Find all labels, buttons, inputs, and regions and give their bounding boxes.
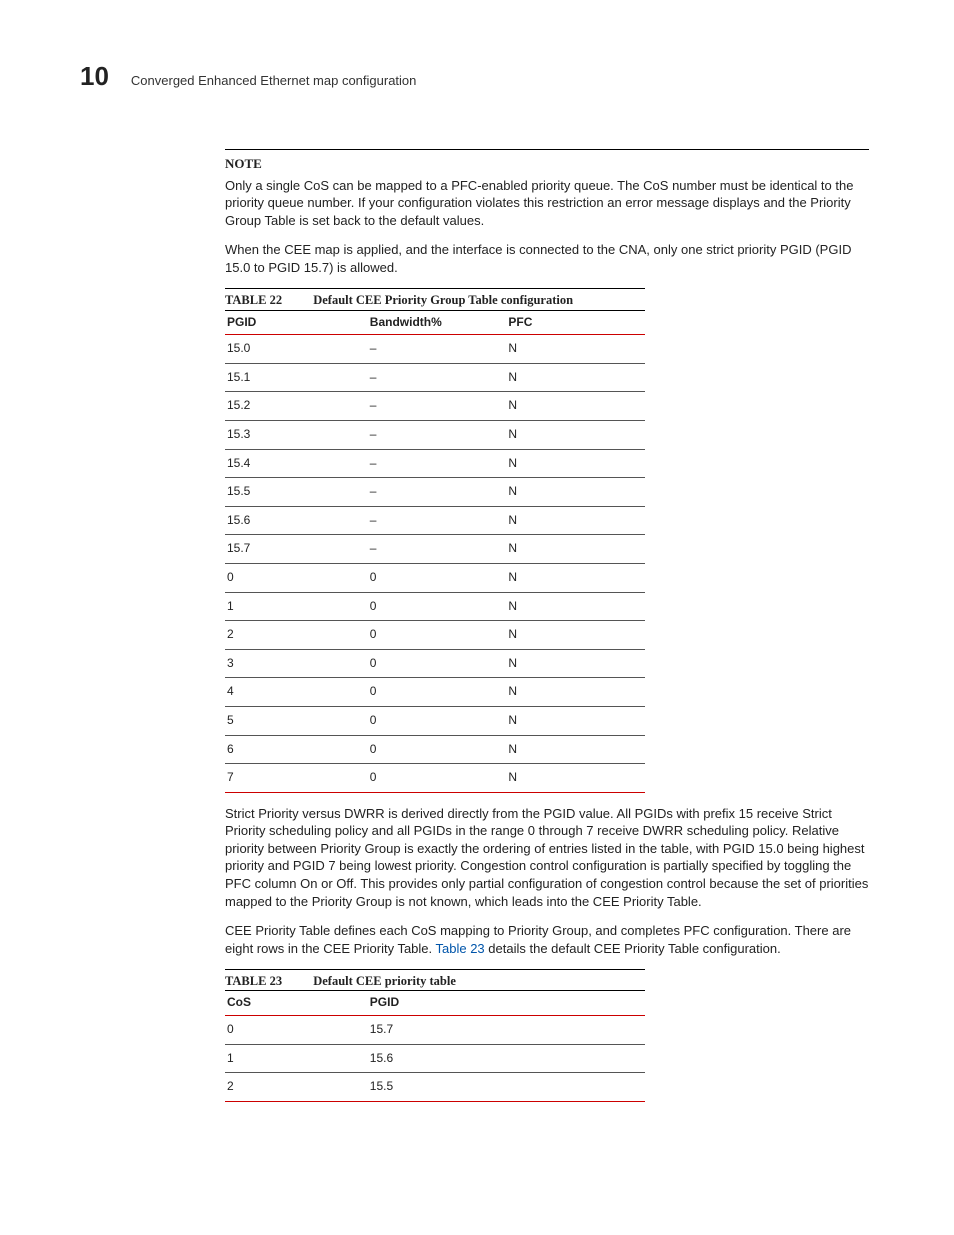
section-title: Converged Enhanced Ethernet map configur… bbox=[131, 73, 416, 90]
table-cell: 2 bbox=[225, 1073, 368, 1102]
table-cell: 0 bbox=[225, 1015, 368, 1044]
table-cell: N bbox=[506, 649, 645, 678]
table-cell: 15.1 bbox=[225, 363, 368, 392]
table-cell: 15.2 bbox=[225, 392, 368, 421]
table-cell: – bbox=[368, 363, 507, 392]
page-content: NOTE Only a single CoS can be mapped to … bbox=[225, 149, 869, 1102]
table-cell: 3 bbox=[225, 649, 368, 678]
table-cell: 2 bbox=[225, 621, 368, 650]
table23-caption: TABLE 23 Default CEE priority table bbox=[225, 969, 645, 989]
table-cell: 0 bbox=[368, 564, 507, 593]
table-row: 115.6 bbox=[225, 1044, 645, 1073]
table-row: 015.7 bbox=[225, 1015, 645, 1044]
note-top-rule bbox=[225, 149, 869, 150]
table-cell: – bbox=[368, 506, 507, 535]
table-cell: N bbox=[506, 449, 645, 478]
table23-title: Default CEE priority table bbox=[313, 974, 456, 988]
table-cell: 6 bbox=[225, 735, 368, 764]
table-cell: N bbox=[506, 478, 645, 507]
table-cell: 1 bbox=[225, 592, 368, 621]
table-cell: N bbox=[506, 421, 645, 450]
table-cell: 5 bbox=[225, 706, 368, 735]
table-cell: 15.6 bbox=[225, 506, 368, 535]
table-row: 15.5–N bbox=[225, 478, 645, 507]
table-cell: – bbox=[368, 478, 507, 507]
link-table23[interactable]: Table 23 bbox=[436, 941, 485, 956]
table-cell: 15.5 bbox=[225, 478, 368, 507]
chapter-number: 10 bbox=[80, 60, 109, 94]
table23-header-cos: CoS bbox=[225, 991, 368, 1016]
table-row: 15.2–N bbox=[225, 392, 645, 421]
table22-label: TABLE 22 bbox=[225, 293, 282, 307]
table-row: 70N bbox=[225, 764, 645, 793]
table-cell: 0 bbox=[225, 564, 368, 593]
table-cell: 0 bbox=[368, 649, 507, 678]
table-row: 15.4–N bbox=[225, 449, 645, 478]
table-row: 60N bbox=[225, 735, 645, 764]
table-cell: – bbox=[368, 392, 507, 421]
table-row: 20N bbox=[225, 621, 645, 650]
table-row: 30N bbox=[225, 649, 645, 678]
table-cell: N bbox=[506, 535, 645, 564]
table23-label: TABLE 23 bbox=[225, 974, 282, 988]
table-cell: 0 bbox=[368, 764, 507, 793]
table-cell: N bbox=[506, 706, 645, 735]
table-cell: 4 bbox=[225, 678, 368, 707]
table-cell: 1 bbox=[225, 1044, 368, 1073]
table22-caption: TABLE 22 Default CEE Priority Group Tabl… bbox=[225, 288, 645, 308]
table-row: 10N bbox=[225, 592, 645, 621]
table-cell: – bbox=[368, 535, 507, 564]
paragraph-strict-priority: Strict Priority versus DWRR is derived d… bbox=[225, 805, 869, 910]
table-cell: 7 bbox=[225, 764, 368, 793]
table-cell: 0 bbox=[368, 706, 507, 735]
table-cell: 0 bbox=[368, 735, 507, 764]
table-cell: 0 bbox=[368, 678, 507, 707]
table-cell: 15.6 bbox=[368, 1044, 645, 1073]
table-row: 40N bbox=[225, 678, 645, 707]
para3-text-b: details the default CEE Priority Table c… bbox=[485, 941, 781, 956]
table-cell: – bbox=[368, 421, 507, 450]
paragraph-cee-priority-table: CEE Priority Table defines each CoS mapp… bbox=[225, 922, 869, 957]
paragraph-cee-map: When the CEE map is applied, and the int… bbox=[225, 241, 869, 276]
table22-header-pgid: PGID bbox=[225, 310, 368, 335]
table-row: 50N bbox=[225, 706, 645, 735]
table-row: 15.6–N bbox=[225, 506, 645, 535]
table-cell: 15.4 bbox=[225, 449, 368, 478]
table23: CoS PGID 015.7115.6215.5 bbox=[225, 990, 645, 1101]
note-text: Only a single CoS can be mapped to a PFC… bbox=[225, 177, 869, 230]
table-row: 15.1–N bbox=[225, 363, 645, 392]
table-cell: 15.3 bbox=[225, 421, 368, 450]
table-cell: 0 bbox=[368, 621, 507, 650]
table23-header-pgid: PGID bbox=[368, 991, 645, 1016]
table-cell: 15.7 bbox=[368, 1015, 645, 1044]
table-row: 15.7–N bbox=[225, 535, 645, 564]
table-row: 215.5 bbox=[225, 1073, 645, 1102]
table-cell: 0 bbox=[368, 592, 507, 621]
table-cell: – bbox=[368, 449, 507, 478]
table-cell: – bbox=[368, 335, 507, 364]
table22: PGID Bandwidth% PFC 15.0–N15.1–N15.2–N15… bbox=[225, 310, 645, 793]
table-cell: N bbox=[506, 506, 645, 535]
table-cell: N bbox=[506, 592, 645, 621]
table-cell: N bbox=[506, 392, 645, 421]
table-cell: N bbox=[506, 735, 645, 764]
table-row: 15.0–N bbox=[225, 335, 645, 364]
table-row: 15.3–N bbox=[225, 421, 645, 450]
table-cell: 15.0 bbox=[225, 335, 368, 364]
table22-title: Default CEE Priority Group Table configu… bbox=[313, 293, 573, 307]
page-header: 10 Converged Enhanced Ethernet map confi… bbox=[80, 60, 874, 94]
table-cell: N bbox=[506, 621, 645, 650]
note-label: NOTE bbox=[225, 156, 869, 173]
table-cell: N bbox=[506, 363, 645, 392]
table-cell: N bbox=[506, 764, 645, 793]
table-cell: N bbox=[506, 564, 645, 593]
table22-header-bandwidth: Bandwidth% bbox=[368, 310, 507, 335]
table-cell: N bbox=[506, 678, 645, 707]
table-cell: 15.5 bbox=[368, 1073, 645, 1102]
table-cell: 15.7 bbox=[225, 535, 368, 564]
table-cell: N bbox=[506, 335, 645, 364]
table22-header-pfc: PFC bbox=[506, 310, 645, 335]
table-row: 00N bbox=[225, 564, 645, 593]
